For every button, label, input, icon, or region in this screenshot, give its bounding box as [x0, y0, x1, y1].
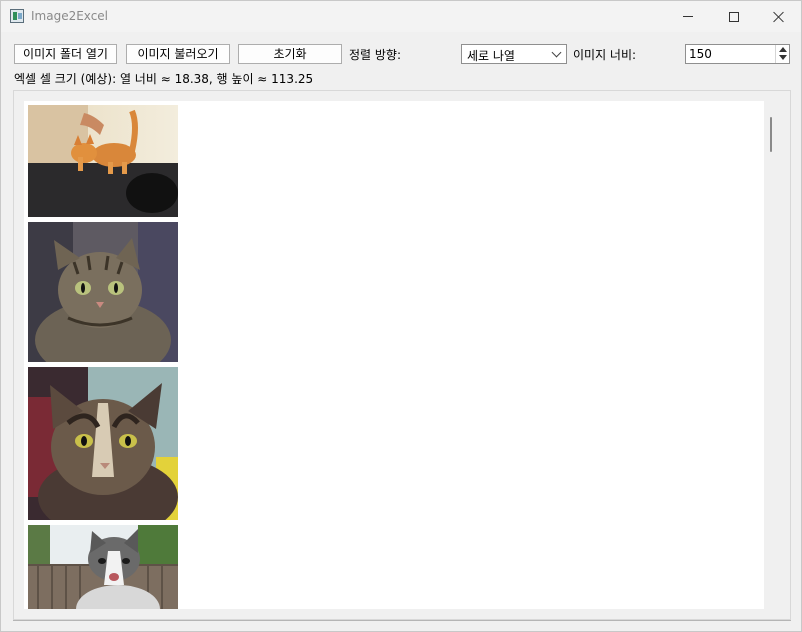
spin-up-icon[interactable] — [779, 47, 787, 52]
image-list[interactable] — [24, 101, 764, 609]
load-images-button[interactable]: 이미지 불러오기 — [126, 44, 230, 64]
sort-direction-value: 세로 나열 — [467, 49, 515, 63]
minimize-button[interactable] — [665, 1, 711, 32]
app-icon — [10, 9, 24, 23]
vertical-scrollbar[interactable] — [768, 101, 778, 609]
cat-image-3[interactable] — [28, 367, 178, 520]
cat-image-4[interactable] — [28, 525, 178, 609]
cat-image-1[interactable] — [28, 105, 178, 217]
window-title: Image2Excel — [31, 9, 109, 23]
minimize-icon — [683, 16, 693, 17]
sort-direction-label: 정렬 방향: — [349, 48, 402, 62]
maximize-button[interactable] — [711, 1, 757, 32]
image-width-value[interactable]: 150 — [689, 47, 712, 61]
close-button[interactable] — [756, 1, 802, 32]
scrollbar-thumb[interactable] — [770, 117, 772, 152]
bottom-divider — [13, 620, 791, 621]
close-icon — [773, 11, 785, 23]
reset-button[interactable]: 초기화 — [238, 44, 342, 64]
maximize-icon — [729, 11, 739, 22]
sort-direction-select[interactable]: 세로 나열 — [461, 44, 567, 64]
open-folder-button[interactable]: 이미지 폴더 열기 — [14, 44, 117, 64]
image-width-spinbox[interactable]: 150 — [685, 44, 790, 64]
spin-buttons[interactable] — [775, 45, 789, 63]
spin-down-icon[interactable] — [779, 55, 787, 60]
cat-image-2[interactable] — [28, 222, 178, 362]
image-width-label: 이미지 너비: — [573, 48, 637, 62]
cell-size-info: 엑셀 셀 크기 (예상): 열 너비 ≈ 18.38, 행 높이 ≈ 113.2… — [14, 72, 314, 86]
app-window: Image2Excel 이미지 폴더 열기 이미지 불러오기 초기화 정렬 방향… — [0, 0, 802, 632]
title-bar: Image2Excel — [1, 1, 801, 32]
chevron-down-icon — [551, 47, 562, 58]
